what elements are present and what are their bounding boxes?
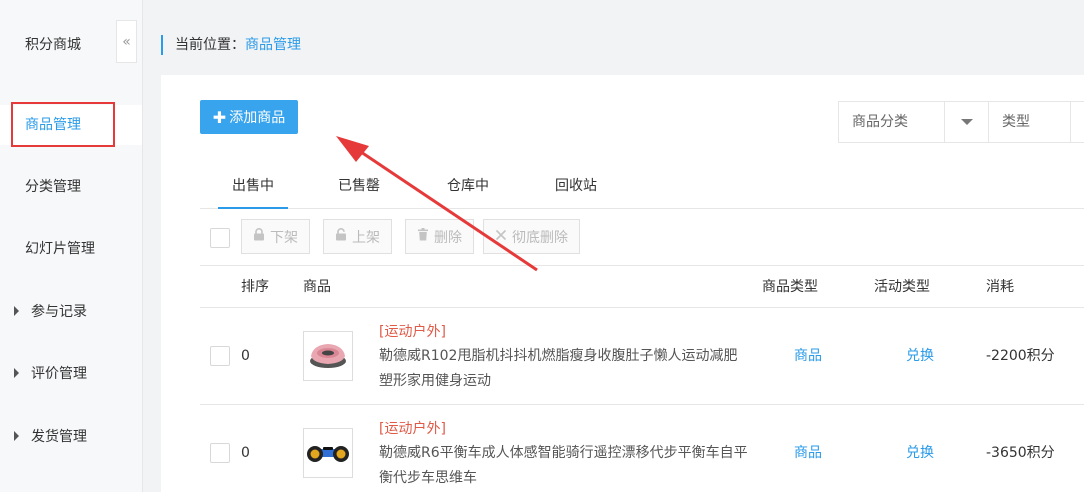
select-all-checkbox[interactable] (210, 228, 230, 248)
sidebar-group-shipping-management[interactable]: 发货管理 (0, 417, 142, 457)
delete-label: 删除 (434, 229, 462, 246)
unlock-icon (335, 228, 347, 245)
product-type-link[interactable]: 商品 (794, 346, 822, 366)
filter-bar: 商品分类 类型 (838, 101, 1084, 143)
sidebar-group-review-management[interactable]: 评价管理 (0, 354, 142, 394)
lock-icon (253, 228, 265, 245)
trash-icon (417, 228, 429, 245)
row-checkbox[interactable] (210, 443, 230, 463)
caret-down-icon (960, 119, 973, 125)
breadcrumb: 当前位置：商品管理 (161, 35, 301, 55)
product-thumbnail-vibration-machine[interactable] (303, 331, 353, 381)
product-thumbnail-balance-scooter[interactable] (303, 428, 353, 478)
sidebar: 积分商城 « 商品管理 分类管理 幻灯片管理 参与记录 评价管理 发货管理 (0, 0, 143, 492)
product-category-tag: [运动户外] (379, 324, 446, 340)
sidebar-item-category-management[interactable]: 分类管理 (0, 167, 142, 207)
breadcrumb-current[interactable]: 商品管理 (245, 37, 301, 53)
breadcrumb-prefix: 当前位置： (175, 37, 245, 53)
unlist-label: 下架 (270, 229, 298, 246)
table-row: 0 [运动户外] 勒德威R6平衡车成人体感智能骑行遥控漂移代步平衡车自平衡代步车… (200, 405, 1084, 492)
caret-right-icon (14, 368, 19, 378)
type-select[interactable]: 类型 (989, 102, 1071, 142)
row-order: 0 (241, 348, 250, 364)
bulk-action-toolbar: 下架 上架 删除 彻底删除 (200, 210, 1084, 266)
caret-right-icon (14, 306, 19, 316)
sidebar-item-label: 商品管理 (25, 117, 81, 133)
sidebar-item-label: 分类管理 (25, 179, 81, 195)
column-header-order: 排序 (241, 279, 269, 295)
permanent-delete-label: 彻底删除 (512, 229, 568, 246)
unlist-button[interactable]: 下架 (241, 219, 310, 254)
list-button[interactable]: 上架 (323, 219, 392, 254)
activity-type-link[interactable]: 兑换 (906, 443, 934, 463)
category-select[interactable]: 商品分类 (839, 102, 945, 142)
activity-type-link[interactable]: 兑换 (906, 346, 934, 366)
sidebar-group-participation-records[interactable]: 参与记录 (0, 292, 142, 332)
category-dropdown-toggle[interactable] (945, 102, 989, 142)
product-category-tag: [运动户外] (379, 421, 446, 437)
points-cost: -3650积分 (986, 445, 1055, 461)
add-product-button[interactable]: ✚ 添加商品 (200, 100, 298, 134)
product-name: 勒德威R102甩脂机抖抖机燃脂瘦身收腹肚子懒人运动减肥塑形家用健身运动 (379, 348, 738, 389)
column-header-cost: 消耗 (986, 279, 1014, 295)
product-name: 勒德威R6平衡车成人体感智能骑行遥控漂移代步平衡车自平衡代步车思维车 (379, 445, 748, 486)
row-order: 0 (241, 445, 250, 461)
column-header-activity-type: 活动类型 (874, 279, 930, 295)
caret-right-icon (14, 431, 19, 441)
points-cost: -2200积分 (986, 348, 1055, 364)
plus-icon: ✚ (212, 107, 227, 127)
tab-warehouse[interactable]: 仓库中 (433, 165, 503, 209)
sidebar-item-slideshow-management[interactable]: 幻灯片管理 (0, 229, 142, 269)
tab-on-sale[interactable]: 出售中 (218, 165, 288, 209)
sidebar-item-product-management[interactable]: 商品管理 (0, 105, 142, 145)
double-chevron-left-icon: « (122, 33, 131, 50)
table-header: 排序 商品 商品类型 活动类型 消耗 (200, 266, 1084, 308)
table-row: 0 [运动户外] 勒德威R102甩脂机抖抖机燃脂瘦身收腹肚子懒人运动减肥塑形家用… (200, 308, 1084, 405)
close-icon (495, 229, 507, 245)
collapse-sidebar-button[interactable]: « (116, 20, 137, 63)
column-header-product-type: 商品类型 (762, 279, 818, 295)
sidebar-title: 积分商城 (25, 37, 81, 53)
add-product-label: 添加商品 (229, 110, 286, 126)
column-header-product: 商品 (303, 279, 331, 295)
sidebar-group-label: 评价管理 (31, 366, 87, 382)
status-tabs: 出售中 已售罄 仓库中 回收站 (200, 165, 1084, 209)
sidebar-item-label: 幻灯片管理 (25, 241, 95, 257)
list-label: 上架 (352, 229, 380, 246)
permanent-delete-button[interactable]: 彻底删除 (483, 219, 580, 254)
row-checkbox[interactable] (210, 346, 230, 366)
tab-recycle-bin[interactable]: 回收站 (541, 165, 611, 209)
tab-sold-out[interactable]: 已售罄 (324, 165, 394, 209)
sidebar-group-label: 发货管理 (31, 429, 87, 445)
sidebar-group-label: 参与记录 (31, 304, 87, 320)
product-type-link[interactable]: 商品 (794, 443, 822, 463)
delete-button[interactable]: 删除 (405, 219, 474, 254)
